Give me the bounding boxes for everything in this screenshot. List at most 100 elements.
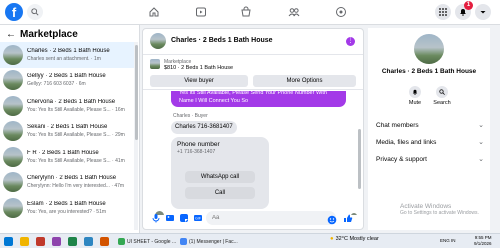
conversation-title: Cherylynn · 2 Beds 1 Bath House [27, 175, 117, 182]
listing-thumbnail [3, 172, 23, 193]
incoming-message: Charles 716-3681407 [171, 121, 237, 134]
mute-label: Mute [408, 100, 422, 106]
search-button[interactable] [27, 4, 43, 20]
taskbar-app-sheets[interactable]: UI SHEET - Google ... [118, 236, 176, 247]
phone-card-title: Phone number [177, 141, 220, 148]
conversation-title: Eslam · 2 Beds 1 Bath House [27, 200, 106, 207]
message-input[interactable] [206, 211, 336, 225]
microphone-icon[interactable] [151, 213, 161, 223]
account-button[interactable] [475, 4, 491, 20]
watermark-title: Activate Windows [400, 203, 452, 210]
listing-thumbnail [3, 121, 23, 142]
gaming-icon[interactable] [335, 6, 347, 18]
gif-icon[interactable]: GIF [193, 213, 203, 223]
message-thread: Yes Its Still Available, Please Send You… [143, 91, 363, 215]
page-title: Marketplace [20, 28, 78, 40]
listing-thumbnail [3, 197, 23, 218]
message-composer: GIF [143, 207, 363, 229]
menu-button[interactable] [435, 4, 451, 20]
activate-windows-watermark: Activate Windows Go to Settings to activ… [400, 203, 479, 216]
conversation-preview: Charles sent an attachment. · 1m [27, 55, 101, 62]
grid-menu-icon [439, 8, 447, 16]
conversation-title: F R · 2 Beds 1 Bath House [27, 149, 99, 156]
chat-scrollbar[interactable] [357, 91, 361, 206]
conversation-preview: Cherylynn: Hello I'm very interested... … [27, 183, 125, 190]
marketplace-icon[interactable] [240, 6, 252, 18]
listing-thumbnail [3, 44, 23, 65]
conversation-preview: You: Yes Its Still Available, Please S..… [27, 106, 125, 113]
listing-thumbnail [3, 70, 23, 91]
watch-icon[interactable] [195, 6, 207, 18]
file-explorer-icon[interactable] [20, 237, 29, 246]
search-icon [439, 89, 445, 95]
thumbs-up-icon[interactable] [343, 213, 353, 223]
phone-number-card: Phone number +1 716-368-1407 WhatsApp ca… [171, 137, 269, 209]
conversation-preview: You: Yes Its Still Available, Please S..… [27, 157, 125, 164]
listing-profile-photo[interactable] [414, 34, 444, 64]
mute-button[interactable]: Mute [405, 86, 425, 106]
marketplace-inbox: ← Marketplace Charles · 2 Beds 1 Bath Ho… [0, 25, 140, 233]
conversation-title: Chervona · 2 Beds 1 Bath House [27, 98, 116, 105]
chat-members-section[interactable]: Chat members ⌄ [376, 120, 484, 130]
scrollbar-thumb[interactable] [134, 45, 138, 140]
back-arrow-icon[interactable]: ← [6, 29, 16, 40]
conversation-item[interactable]: Charles · 2 Beds 1 Bath House Charles sen… [0, 42, 134, 68]
clock-date: 9/1/2026 [474, 241, 492, 246]
taskbar-app-label: UI SHEET - Google ... [127, 238, 177, 245]
conversation-item[interactable]: F R · 2 Beds 1 Bath House You: Yes Its St… [0, 144, 134, 170]
call-button[interactable]: Call [185, 187, 255, 199]
pinned-app-icon[interactable] [100, 237, 109, 246]
search-label: Search [433, 100, 451, 106]
image-icon[interactable] [165, 213, 175, 223]
whatsapp-call-button[interactable]: WhatsApp call [185, 171, 255, 183]
search-in-conversation-button[interactable]: Search [432, 86, 452, 106]
search-icon [31, 8, 39, 16]
conversation-details-panel: Charles · 2 Beds 1 Bath House Mute Searc… [368, 28, 490, 230]
chevron-down-icon: ⌄ [478, 139, 484, 146]
more-options-icon[interactable]: ⋮ [346, 37, 355, 46]
store-icon[interactable] [52, 237, 61, 246]
conversation-item[interactable]: Gellyy · 2 Beds 1 Bath House Gellyy: 716 … [0, 68, 134, 94]
conversation-item[interactable]: Cherylynn · 2 Beds 1 Bath House Cherylynn… [0, 170, 134, 196]
mail-icon[interactable] [84, 237, 93, 246]
home-icon[interactable] [148, 6, 160, 18]
view-buyer-button[interactable]: View buyer [150, 75, 248, 87]
section-label: Privacy & support [376, 155, 427, 163]
conversation-title: Sekani · 2 Beds 1 Bath House [27, 124, 108, 131]
groups-icon[interactable] [288, 6, 300, 18]
conversation-title: Charles · 2 Beds 1 Bath House [27, 47, 110, 54]
watermark-subtitle: Go to Settings to activate Windows. [400, 210, 479, 216]
facebook-logo[interactable]: f [5, 3, 23, 21]
emoji-icon[interactable] [327, 215, 337, 225]
details-title: Charles · 2 Beds 1 Bath House [381, 68, 477, 75]
sticker-icon[interactable] [179, 213, 189, 223]
conversation-list: Charles · 2 Beds 1 Bath House Charles sen… [0, 42, 134, 221]
notifications-button[interactable]: 1 [455, 1, 473, 20]
taskbar-app-messenger[interactable]: (1) Messenger | Fac... [180, 236, 238, 247]
chevron-down-icon: ⌄ [478, 122, 484, 129]
more-options-button[interactable]: More Options [253, 75, 356, 87]
conversation-item[interactable]: Sekani · 2 Beds 1 Bath House You: Yes Its… [0, 119, 134, 145]
privacy-support-section[interactable]: Privacy & support ⌄ [376, 154, 484, 164]
weather-widget[interactable]: ● 32°C Mostly clear [330, 236, 379, 242]
conversation-item[interactable]: Chervona · 2 Beds 1 Bath House You: Yes I… [0, 93, 134, 119]
media-files-links-section[interactable]: Media, files and links ⌄ [376, 137, 484, 147]
media-app-icon[interactable] [36, 237, 45, 246]
inbox-scrollbar[interactable] [134, 42, 138, 230]
conversation-preview: You: Yes Its Still Available, Please S..… [27, 132, 125, 139]
section-label: Media, files and links [376, 138, 437, 146]
conversation-item[interactable]: Eslam · 2 Beds 1 Bath House You: Yes, are… [0, 195, 134, 221]
start-icon[interactable] [4, 237, 13, 246]
weather-icon: ● [330, 236, 334, 242]
listing-price: $810 · 2 Beds 1 Bath House [164, 65, 234, 71]
listing-thumbnail [3, 95, 23, 116]
language-indicator[interactable]: ENG IN [440, 238, 456, 243]
clock[interactable]: 9:55 PM 9/1/2026 [474, 235, 492, 247]
top-navigation-bar: f 1 [0, 0, 500, 25]
chat-header: Charles · 2 Beds 1 Bath House ⋮ [143, 29, 363, 55]
scrollbar-thumb[interactable] [357, 129, 361, 189]
chat-title[interactable]: Charles · 2 Beds 1 Bath House [171, 37, 273, 44]
listing-thumbnail[interactable] [150, 59, 160, 69]
chat-avatar[interactable] [150, 33, 166, 49]
spreadsheet-icon[interactable] [68, 237, 77, 246]
